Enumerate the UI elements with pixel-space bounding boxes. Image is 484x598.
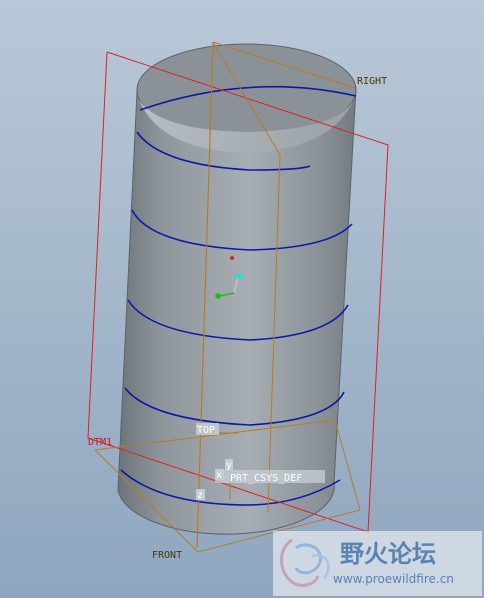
x-axis-dot — [215, 293, 221, 299]
y-axis-dot — [236, 273, 242, 279]
watermark-url: www.proewildfire.cn — [333, 572, 454, 586]
forum-watermark: 野火论坛 www.proewildfire.cn — [273, 531, 482, 596]
x-axis-tag: x — [216, 470, 222, 481]
datum-label-front[interactable]: FRONT — [152, 550, 182, 561]
origin-dot — [230, 256, 234, 260]
csys-label[interactable]: PRT_CSYS_DEF — [230, 473, 302, 484]
datum-label-top[interactable]: TOP — [197, 425, 215, 436]
cylinder-surface[interactable] — [117, 87, 357, 535]
y-axis-tag: y — [226, 460, 232, 471]
model-3d-view[interactable]: RIGHT TOP DTM1 PRT_CSYS_DEF x y z FRONT … — [0, 0, 484, 598]
z-axis-tag: z — [197, 490, 203, 501]
graphics-window[interactable]: RIGHT TOP DTM1 PRT_CSYS_DEF x y z FRONT … — [0, 0, 484, 598]
datum-label-dtm1[interactable]: DTM1 — [88, 437, 112, 448]
datum-label-right[interactable]: RIGHT — [357, 76, 387, 87]
watermark-title: 野火论坛 — [340, 540, 436, 568]
